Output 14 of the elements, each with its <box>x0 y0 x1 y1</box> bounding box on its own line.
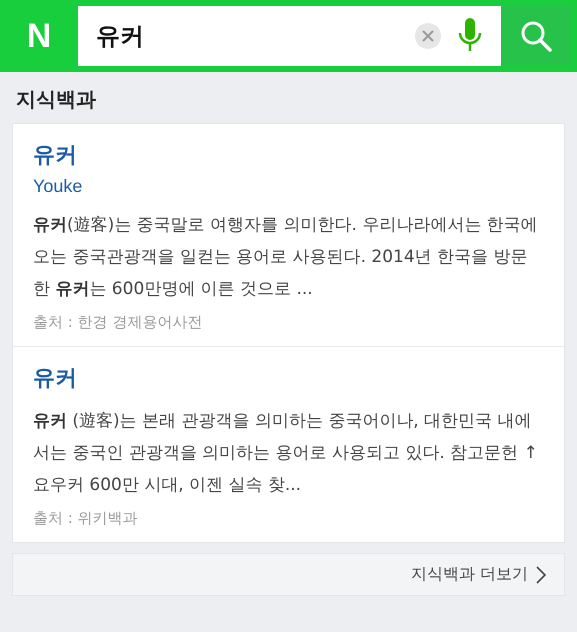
clear-icon[interactable] <box>415 23 441 49</box>
result-title-link[interactable]: 유커 <box>33 363 544 393</box>
section-title: 지식백과 <box>15 86 97 113</box>
result-source: 출처 : 한경 경제용어사전 <box>33 313 204 332</box>
more-link[interactable]: 지식백과 더보기 <box>12 553 565 596</box>
search-button[interactable] <box>501 6 571 66</box>
result-title-link[interactable]: 유커 <box>33 140 544 170</box>
result-snippet: 유커(遊客)는 중국말로 여행자를 의미한다. 우리나라에서는 한국에 오는 중국관광객을 일컫는 용어로 사용된다. 2014년 한국을 방문한 유커는 600만명에 이른 것으로 ... <box>33 214 539 301</box>
result-snippet: 유커 (遊客)는 본래 관광객을 의미하는 중국어이나, 대한민국 내에서는 중국인 관광객을 의미하는 용어로 사용되고 있다. 참고문헌 ↑ 요우커 600만 시대, 이젠 실속 찾... <box>33 410 539 497</box>
chevron-right-icon <box>536 566 546 584</box>
search-field[interactable]: 유커 <box>78 6 501 66</box>
result-subtitle: Youke <box>33 176 84 197</box>
search-icon <box>519 19 553 53</box>
result-source: 출처 : 위키백과 <box>33 509 139 528</box>
